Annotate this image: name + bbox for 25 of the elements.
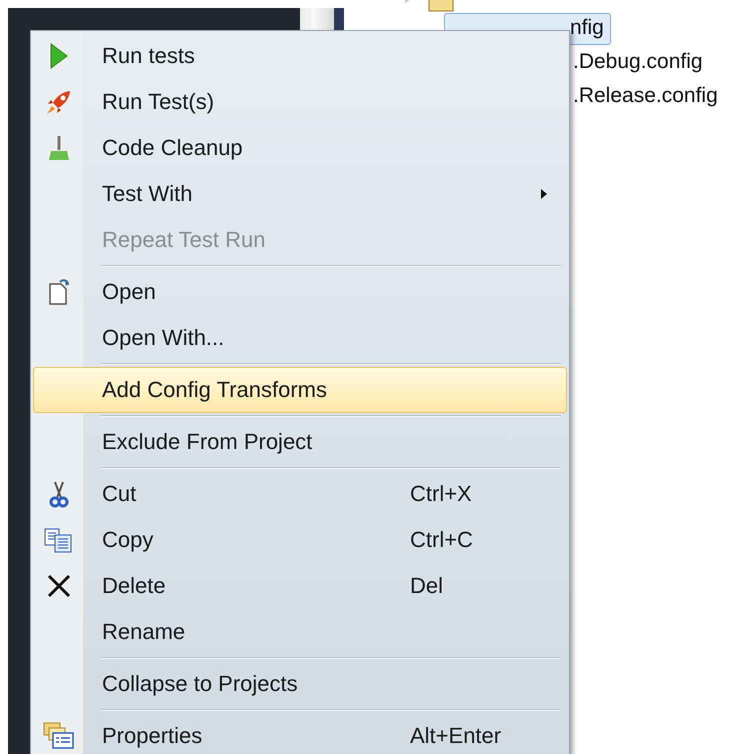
menu-item[interactable]: Properties Alt+Enter xyxy=(33,713,567,754)
menu-item[interactable]: Delete Del xyxy=(33,563,567,609)
shortcut-text: Ctrl+C xyxy=(410,527,474,553)
delete-icon xyxy=(46,573,72,599)
menu-item[interactable]: Copy Ctrl+C xyxy=(33,517,567,563)
menu-item[interactable]: Exclude From Project xyxy=(33,419,567,465)
shortcut-text: Ctrl+X xyxy=(410,481,473,507)
menu-item[interactable]: Open With... xyxy=(33,315,567,361)
shortcut-text: Alt+Enter xyxy=(410,723,502,749)
play-icon xyxy=(49,43,69,69)
copy-icon xyxy=(44,527,74,553)
menu-item[interactable]: Code Cleanup xyxy=(33,125,567,171)
menu-item[interactable]: Rename xyxy=(33,609,567,655)
properties-icon xyxy=(43,722,75,750)
shortcut-text: Del xyxy=(410,573,444,599)
menu-item[interactable]: Test With xyxy=(33,171,567,217)
scissors-icon xyxy=(49,480,69,508)
menu-item[interactable]: Cut Ctrl+X xyxy=(33,471,567,517)
menu-item[interactable]: Open xyxy=(33,269,567,315)
menu-item[interactable]: Collapse to Projects xyxy=(33,661,567,707)
rocket-icon xyxy=(46,89,72,115)
menu-item[interactable]: Add Config Transforms xyxy=(33,367,567,413)
submenu-arrow-icon xyxy=(540,188,548,200)
broom-icon xyxy=(47,135,71,161)
document-icon xyxy=(48,279,70,305)
